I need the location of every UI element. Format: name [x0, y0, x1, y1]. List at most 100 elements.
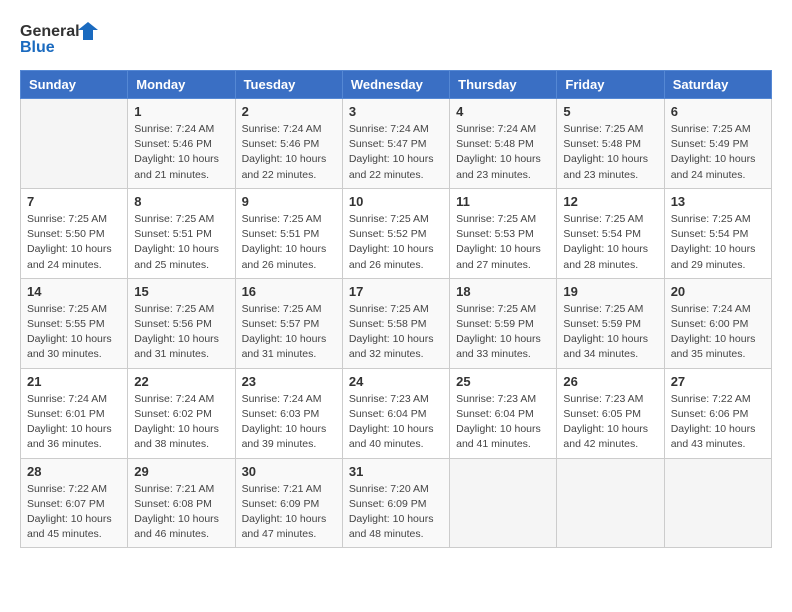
day-number: 25 — [456, 374, 550, 389]
day-cell: 9 Sunrise: 7:25 AMSunset: 5:51 PMDaylight… — [235, 188, 342, 278]
day-detail: Sunrise: 7:24 AMSunset: 5:46 PMDaylight:… — [242, 122, 336, 183]
day-detail: Sunrise: 7:25 AMSunset: 5:51 PMDaylight:… — [242, 212, 336, 273]
day-detail: Sunrise: 7:24 AMSunset: 6:03 PMDaylight:… — [242, 392, 336, 453]
day-cell: 29 Sunrise: 7:21 AMSunset: 6:08 PMDayligh… — [128, 458, 235, 548]
day-detail: Sunrise: 7:24 AMSunset: 6:01 PMDaylight:… — [27, 392, 121, 453]
day-number: 20 — [671, 284, 765, 299]
day-number: 23 — [242, 374, 336, 389]
weekday-header-row: SundayMondayTuesdayWednesdayThursdayFrid… — [21, 71, 772, 99]
day-detail: Sunrise: 7:24 AMSunset: 6:02 PMDaylight:… — [134, 392, 228, 453]
week-row-1: 1 Sunrise: 7:24 AMSunset: 5:46 PMDaylight… — [21, 99, 772, 189]
calendar-table: SundayMondayTuesdayWednesdayThursdayFrid… — [20, 70, 772, 548]
day-cell: 30 Sunrise: 7:21 AMSunset: 6:09 PMDayligh… — [235, 458, 342, 548]
day-detail: Sunrise: 7:25 AMSunset: 5:59 PMDaylight:… — [563, 302, 657, 363]
header: GeneralBlue — [20, 20, 772, 60]
day-cell: 2 Sunrise: 7:24 AMSunset: 5:46 PMDaylight… — [235, 99, 342, 189]
day-number: 16 — [242, 284, 336, 299]
day-cell: 12 Sunrise: 7:25 AMSunset: 5:54 PMDayligh… — [557, 188, 664, 278]
day-detail: Sunrise: 7:25 AMSunset: 5:50 PMDaylight:… — [27, 212, 121, 273]
day-cell: 23 Sunrise: 7:24 AMSunset: 6:03 PMDayligh… — [235, 368, 342, 458]
day-cell — [450, 458, 557, 548]
day-number: 7 — [27, 194, 121, 209]
day-detail: Sunrise: 7:23 AMSunset: 6:04 PMDaylight:… — [456, 392, 550, 453]
day-cell: 10 Sunrise: 7:25 AMSunset: 5:52 PMDayligh… — [342, 188, 449, 278]
day-cell: 31 Sunrise: 7:20 AMSunset: 6:09 PMDayligh… — [342, 458, 449, 548]
day-cell: 20 Sunrise: 7:24 AMSunset: 6:00 PMDayligh… — [664, 278, 771, 368]
day-number: 8 — [134, 194, 228, 209]
day-number: 17 — [349, 284, 443, 299]
day-cell: 21 Sunrise: 7:24 AMSunset: 6:01 PMDayligh… — [21, 368, 128, 458]
day-cell: 17 Sunrise: 7:25 AMSunset: 5:58 PMDayligh… — [342, 278, 449, 368]
day-number: 15 — [134, 284, 228, 299]
day-detail: Sunrise: 7:24 AMSunset: 6:00 PMDaylight:… — [671, 302, 765, 363]
day-number: 11 — [456, 194, 550, 209]
day-cell: 28Sunrise: 7:22 AMSunset: 6:07 PMDayligh… — [21, 458, 128, 548]
day-number: 18 — [456, 284, 550, 299]
day-detail: Sunrise: 7:21 AMSunset: 6:09 PMDaylight:… — [242, 482, 336, 543]
day-detail: Sunrise: 7:23 AMSunset: 6:05 PMDaylight:… — [563, 392, 657, 453]
day-cell: 18 Sunrise: 7:25 AMSunset: 5:59 PMDayligh… — [450, 278, 557, 368]
weekday-header-friday: Friday — [557, 71, 664, 99]
day-detail: Sunrise: 7:24 AMSunset: 5:46 PMDaylight:… — [134, 122, 228, 183]
day-number: 4 — [456, 104, 550, 119]
day-detail: Sunrise: 7:25 AMSunset: 5:54 PMDaylight:… — [563, 212, 657, 273]
day-number: 31 — [349, 464, 443, 479]
logo-svg: GeneralBlue — [20, 20, 110, 60]
week-row-5: 28Sunrise: 7:22 AMSunset: 6:07 PMDayligh… — [21, 458, 772, 548]
weekday-header-thursday: Thursday — [450, 71, 557, 99]
day-cell — [21, 99, 128, 189]
day-number: 12 — [563, 194, 657, 209]
day-number: 3 — [349, 104, 443, 119]
day-number: 21 — [27, 374, 121, 389]
day-number: 2 — [242, 104, 336, 119]
weekday-header-monday: Monday — [128, 71, 235, 99]
day-cell: 25 Sunrise: 7:23 AMSunset: 6:04 PMDayligh… — [450, 368, 557, 458]
weekday-header-sunday: Sunday — [21, 71, 128, 99]
day-number: 30 — [242, 464, 336, 479]
day-number: 27 — [671, 374, 765, 389]
day-cell: 27 Sunrise: 7:22 AMSunset: 6:06 PMDayligh… — [664, 368, 771, 458]
day-detail: Sunrise: 7:25 AMSunset: 5:56 PMDaylight:… — [134, 302, 228, 363]
week-row-2: 7 Sunrise: 7:25 AMSunset: 5:50 PMDaylight… — [21, 188, 772, 278]
day-number: 29 — [134, 464, 228, 479]
day-cell: 14 Sunrise: 7:25 AMSunset: 5:55 PMDayligh… — [21, 278, 128, 368]
day-cell: 1 Sunrise: 7:24 AMSunset: 5:46 PMDaylight… — [128, 99, 235, 189]
day-number: 19 — [563, 284, 657, 299]
weekday-header-tuesday: Tuesday — [235, 71, 342, 99]
day-number: 9 — [242, 194, 336, 209]
day-cell: 7 Sunrise: 7:25 AMSunset: 5:50 PMDaylight… — [21, 188, 128, 278]
day-number: 14 — [27, 284, 121, 299]
day-cell: 15 Sunrise: 7:25 AMSunset: 5:56 PMDayligh… — [128, 278, 235, 368]
day-cell — [664, 458, 771, 548]
day-detail: Sunrise: 7:24 AMSunset: 5:47 PMDaylight:… — [349, 122, 443, 183]
day-cell: 6 Sunrise: 7:25 AMSunset: 5:49 PMDaylight… — [664, 99, 771, 189]
weekday-header-saturday: Saturday — [664, 71, 771, 99]
day-number: 1 — [134, 104, 228, 119]
day-cell: 26Sunrise: 7:23 AMSunset: 6:05 PMDayligh… — [557, 368, 664, 458]
week-row-3: 14 Sunrise: 7:25 AMSunset: 5:55 PMDayligh… — [21, 278, 772, 368]
day-number: 22 — [134, 374, 228, 389]
day-detail: Sunrise: 7:25 AMSunset: 5:59 PMDaylight:… — [456, 302, 550, 363]
day-number: 10 — [349, 194, 443, 209]
svg-text:Blue: Blue — [20, 39, 55, 56]
day-detail: Sunrise: 7:25 AMSunset: 5:49 PMDaylight:… — [671, 122, 765, 183]
day-number: 6 — [671, 104, 765, 119]
day-cell: 4Sunrise: 7:24 AMSunset: 5:48 PMDaylight… — [450, 99, 557, 189]
day-number: 28 — [27, 464, 121, 479]
day-detail: Sunrise: 7:20 AMSunset: 6:09 PMDaylight:… — [349, 482, 443, 543]
day-cell: 24 Sunrise: 7:23 AMSunset: 6:04 PMDayligh… — [342, 368, 449, 458]
day-detail: Sunrise: 7:25 AMSunset: 5:52 PMDaylight:… — [349, 212, 443, 273]
day-cell — [557, 458, 664, 548]
day-detail: Sunrise: 7:25 AMSunset: 5:53 PMDaylight:… — [456, 212, 550, 273]
day-detail: Sunrise: 7:25 AMSunset: 5:48 PMDaylight:… — [563, 122, 657, 183]
day-detail: Sunrise: 7:22 AMSunset: 6:06 PMDaylight:… — [671, 392, 765, 453]
day-detail: Sunrise: 7:25 AMSunset: 5:58 PMDaylight:… — [349, 302, 443, 363]
day-cell: 19 Sunrise: 7:25 AMSunset: 5:59 PMDayligh… — [557, 278, 664, 368]
day-number: 24 — [349, 374, 443, 389]
day-cell: 8 Sunrise: 7:25 AMSunset: 5:51 PMDaylight… — [128, 188, 235, 278]
day-detail: Sunrise: 7:25 AMSunset: 5:55 PMDaylight:… — [27, 302, 121, 363]
day-detail: Sunrise: 7:23 AMSunset: 6:04 PMDaylight:… — [349, 392, 443, 453]
day-detail: Sunrise: 7:21 AMSunset: 6:08 PMDaylight:… — [134, 482, 228, 543]
day-cell: 22 Sunrise: 7:24 AMSunset: 6:02 PMDayligh… — [128, 368, 235, 458]
day-detail: Sunrise: 7:25 AMSunset: 5:51 PMDaylight:… — [134, 212, 228, 273]
